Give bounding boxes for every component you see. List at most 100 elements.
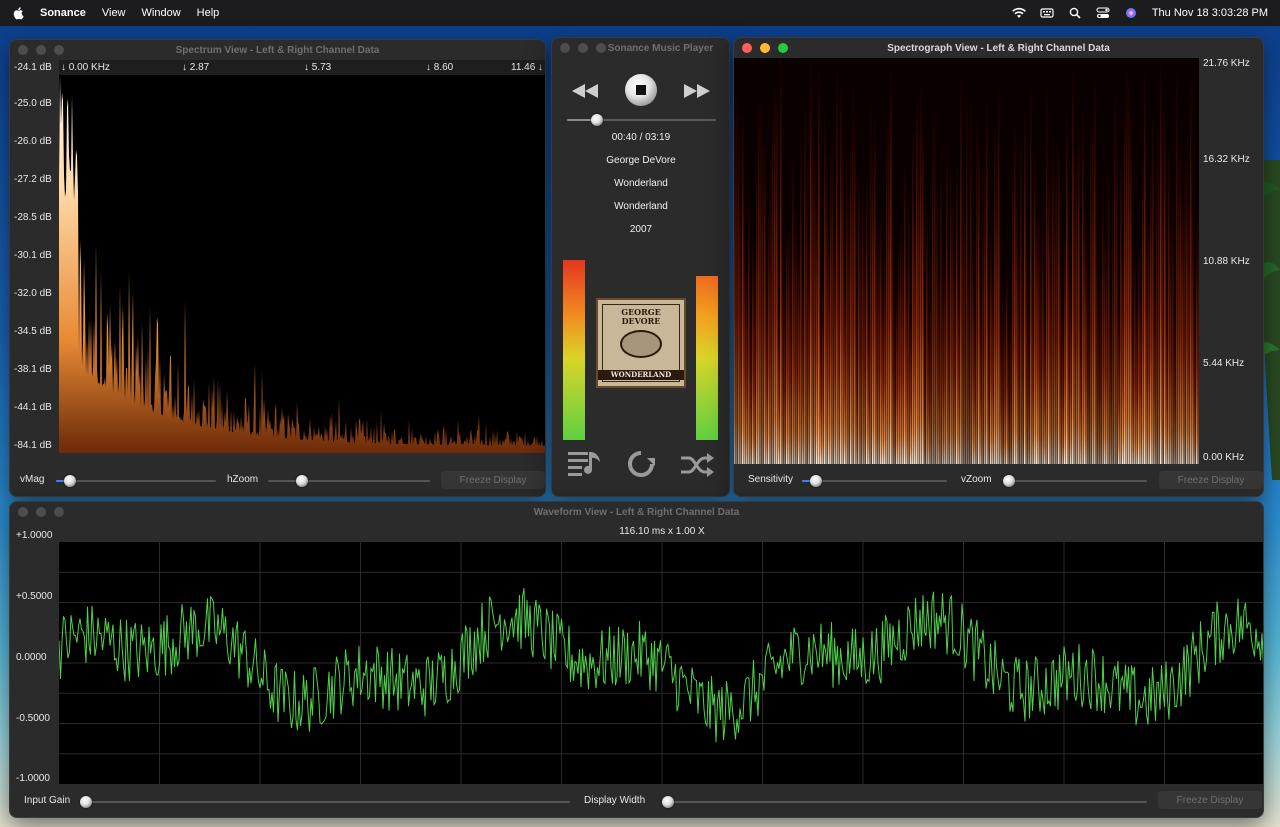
track-title: Wonderland <box>614 201 668 212</box>
spectrograph-plot <box>734 58 1199 464</box>
hzoom-slider[interactable] <box>268 475 430 487</box>
waveform-amplitude-label: -1.0000 <box>16 773 50 784</box>
playback-time: 00:40 / 03:19 <box>611 132 671 143</box>
input-gain-slider[interactable] <box>80 796 570 808</box>
zoom-window-button[interactable] <box>54 507 64 517</box>
wifi-icon[interactable] <box>1011 7 1026 19</box>
display-width-slider-knob[interactable] <box>662 796 674 808</box>
display-width-label: Display Width <box>584 795 646 806</box>
sensitivity-slider-knob[interactable] <box>810 475 822 487</box>
vzoom-slider[interactable] <box>1003 475 1147 487</box>
display-width-slider[interactable] <box>662 796 1147 808</box>
spectrum-title: Spectrum View - Left & Right Channel Dat… <box>175 44 380 56</box>
minimize-window-button[interactable] <box>36 45 46 55</box>
album-art-artist-text: GEORGE DEVORE <box>621 307 661 326</box>
spectrum-db-label: -30.1 dB <box>14 250 52 261</box>
spotlight-search-icon[interactable] <box>1068 7 1082 19</box>
menu-bar: Sonance View Window Help Thu Nov 18 3:03… <box>0 0 1280 26</box>
fast-forward-icon[interactable] <box>682 82 712 100</box>
waveform-freeze-button[interactable]: Freeze Display <box>1158 791 1262 809</box>
spectrum-db-label: -26.0 dB <box>14 136 52 147</box>
shuffle-icon[interactable] <box>679 452 715 478</box>
spectrum-freq-label: 11.46 ↓ <box>511 62 544 73</box>
vzoom-label: vZoom <box>961 474 992 485</box>
spectrum-freq-label: ↓ 2.87 <box>182 62 210 73</box>
spectrum-freeze-button[interactable]: Freeze Display <box>441 471 545 489</box>
control-center-icon[interactable] <box>1096 7 1110 19</box>
waveform-amplitude-label: +1.0000 <box>16 530 53 541</box>
close-window-button[interactable] <box>18 507 28 517</box>
player-titlebar[interactable]: Sonance Music Player <box>552 38 729 58</box>
sensitivity-slider[interactable] <box>802 475 947 487</box>
spectrum-titlebar[interactable]: Spectrum View - Left & Right Channel Dat… <box>10 40 545 60</box>
spectrum-db-label: -34.5 dB <box>14 326 52 337</box>
album-art-title-text: WONDERLAND <box>598 370 684 380</box>
spectrum-db-label: -28.5 dB <box>14 212 52 223</box>
vzoom-slider-knob[interactable] <box>1003 475 1015 487</box>
spectrum-db-label: -25.0 dB <box>14 98 52 109</box>
spectrograph-window: Spectrograph View - Left & Right Channel… <box>733 37 1264 497</box>
menu-help[interactable]: Help <box>197 7 220 19</box>
spectrum-db-label: -84.1 dB <box>14 440 52 451</box>
menu-view[interactable]: View <box>102 7 126 19</box>
spectrograph-columns <box>734 58 1199 464</box>
vmag-slider-knob[interactable] <box>64 475 76 487</box>
repeat-icon[interactable] <box>625 450 657 478</box>
menubar-clock[interactable]: Thu Nov 18 3:03:28 PM <box>1152 7 1268 19</box>
waveform-titlebar[interactable]: Waveform View - Left & Right Channel Dat… <box>10 502 1263 522</box>
spectrum-plot <box>59 75 545 453</box>
waveform-amplitude-label: 0.0000 <box>16 652 47 663</box>
minimize-window-button[interactable] <box>578 43 588 53</box>
stop-button[interactable] <box>625 74 657 106</box>
apple-menu-icon[interactable] <box>12 6 26 20</box>
zoom-window-button[interactable] <box>596 43 606 53</box>
stop-icon <box>636 85 646 95</box>
siri-icon[interactable] <box>1124 7 1138 19</box>
spectrum-db-label: -32.0 dB <box>14 288 52 299</box>
left-level-meter <box>563 260 585 440</box>
sensitivity-label: Sensitivity <box>748 474 794 485</box>
close-window-button[interactable] <box>18 45 28 55</box>
minimize-window-button[interactable] <box>760 43 770 53</box>
spectrograph-freq-label: 5.44 KHz <box>1203 358 1245 369</box>
spectrum-window: Spectrum View - Left & Right Channel Dat… <box>9 39 546 497</box>
hzoom-slider-knob[interactable] <box>296 475 308 487</box>
waveform-plot <box>59 542 1263 784</box>
waveform-scale-text: 116.10 ms x 1.00 X <box>619 526 705 537</box>
spectrum-freq-label: ↓ 0.00 KHz <box>61 62 110 73</box>
spectrograph-freeze-button[interactable]: Freeze Display <box>1159 471 1263 489</box>
track-artist: George DeVore <box>606 155 676 166</box>
menu-window[interactable]: Window <box>142 7 181 19</box>
spectrum-freq-label: ↓ 5.73 <box>304 62 332 73</box>
spectrum-freq-label: ↓ 8.60 <box>426 62 454 73</box>
waveform-amplitude-label: -0.5000 <box>16 713 50 724</box>
track-year: 2007 <box>629 224 653 235</box>
vmag-slider[interactable] <box>56 475 216 487</box>
zoom-window-button[interactable] <box>54 45 64 55</box>
minimize-window-button[interactable] <box>36 507 46 517</box>
waveform-title: Waveform View - Left & Right Channel Dat… <box>533 506 740 518</box>
album-art: GEORGE DEVORE WONDERLAND <box>596 298 686 388</box>
track-album: Wonderland <box>614 178 668 189</box>
spectrograph-freq-label: 16.32 KHz <box>1203 154 1250 165</box>
spectrum-db-label: -38.1 dB <box>14 364 52 375</box>
playback-progress-slider[interactable] <box>567 114 716 126</box>
album-art-emblem <box>620 330 662 358</box>
spectrograph-titlebar[interactable]: Spectrograph View - Left & Right Channel… <box>734 38 1263 58</box>
playlist-icon[interactable] <box>566 448 604 480</box>
app-menu[interactable]: Sonance <box>40 7 86 19</box>
rewind-icon[interactable] <box>570 82 600 100</box>
playback-progress-knob[interactable] <box>590 114 603 126</box>
waveform-window: Waveform View - Left & Right Channel Dat… <box>9 501 1264 818</box>
spectrum-db-label: -24.1 dB <box>14 62 52 73</box>
input-gain-slider-knob[interactable] <box>80 796 92 808</box>
keyboard-icon[interactable] <box>1040 7 1054 19</box>
spectrograph-freq-label: 0.00 KHz <box>1203 452 1245 463</box>
spectrograph-freq-label: 10.88 KHz <box>1203 256 1250 267</box>
spectrum-db-label: -27.2 dB <box>14 174 52 185</box>
close-window-button[interactable] <box>742 43 752 53</box>
close-window-button[interactable] <box>560 43 570 53</box>
spectrograph-title: Spectrograph View - Left & Right Channel… <box>887 42 1110 54</box>
spectrum-db-label: -44.1 dB <box>14 402 52 413</box>
zoom-window-button[interactable] <box>778 43 788 53</box>
